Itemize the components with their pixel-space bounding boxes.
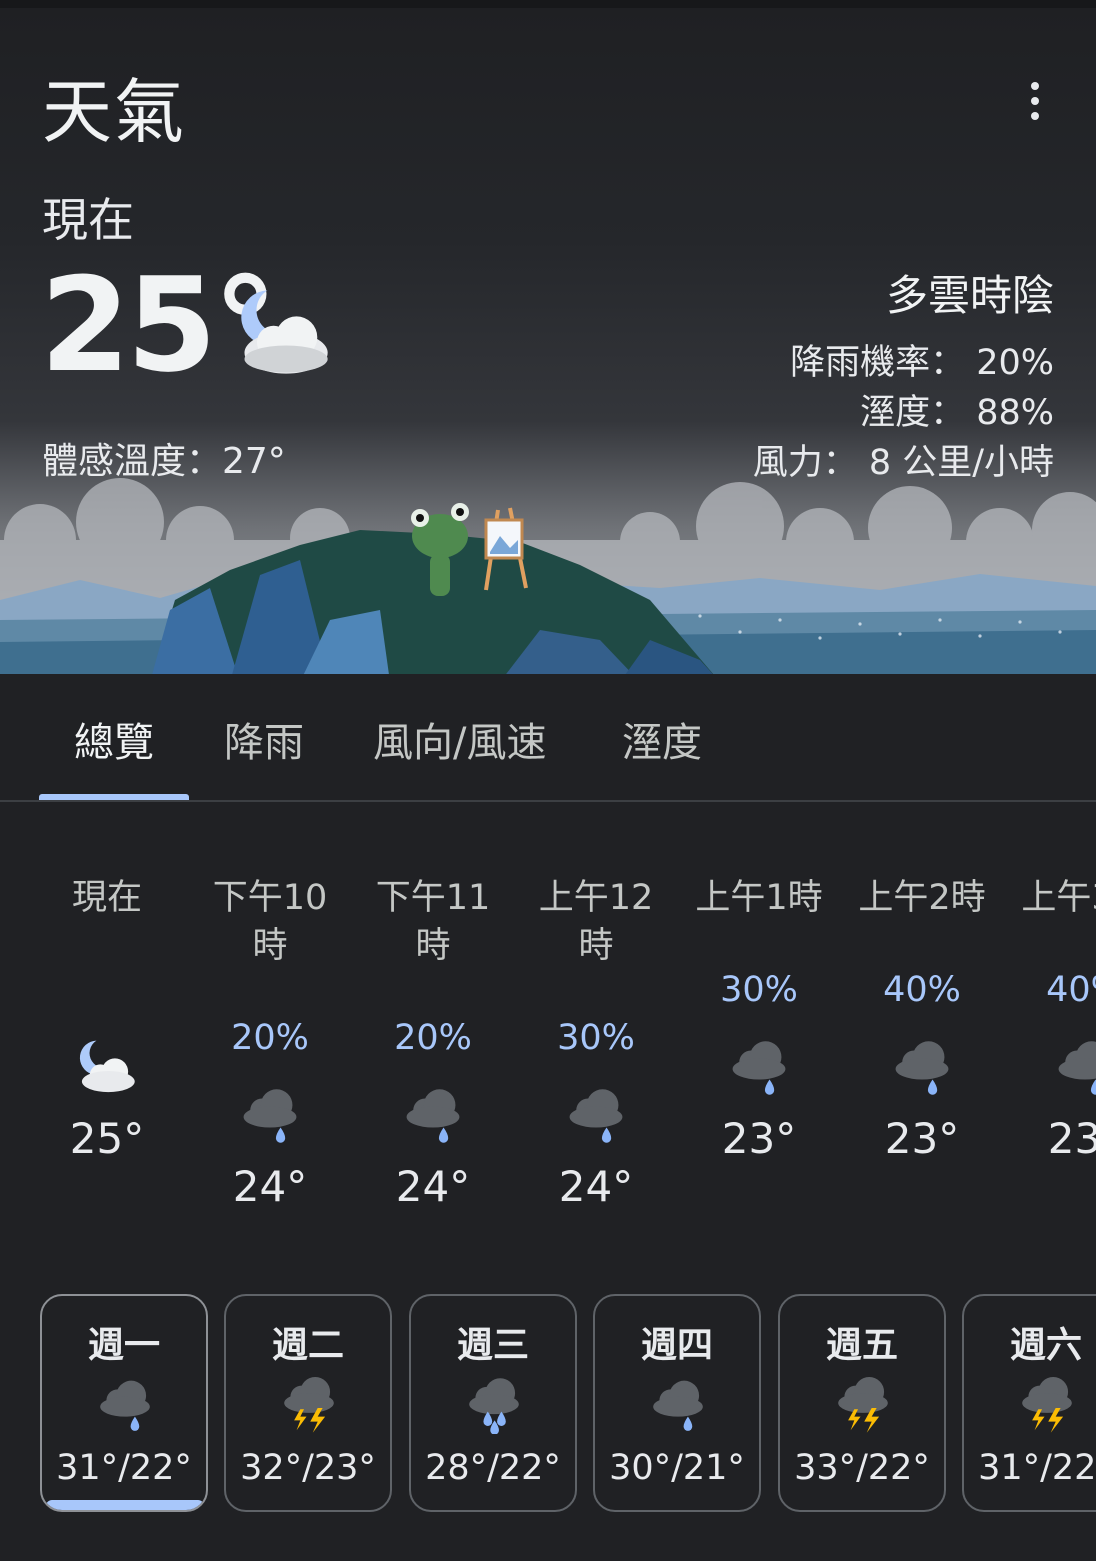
thunderstorm-icon <box>838 1376 888 1433</box>
hour-label: 上午12 時 <box>538 878 654 966</box>
rain-cloud-icon <box>653 1380 703 1431</box>
tab-bar: 總覽 降雨 風向/風速 溼度 <box>0 674 1096 802</box>
day-temperature-range: 28°/22° <box>425 1448 561 1488</box>
thunderstorm-icon <box>284 1376 334 1433</box>
heavy-rain-icon <box>469 1378 519 1434</box>
humidity: 溼度： 88% <box>860 393 1054 433</box>
day-card[interactable]: 週四 30°/21° <box>593 1294 761 1512</box>
hour-temperature: 23° <box>721 1114 797 1163</box>
hour-temperature: 24° <box>558 1162 634 1211</box>
day-temperature-range: 31°/22° <box>978 1448 1096 1488</box>
frog-landscape-illustration <box>0 478 1096 674</box>
day-label: 週一 <box>87 1325 160 1366</box>
rain-cloud-icon <box>732 1041 786 1095</box>
hourly-item: 下午11 時 20% 24° <box>352 874 514 1211</box>
day-label: 週五 <box>825 1325 898 1366</box>
rain-cloud-icon <box>895 1041 949 1095</box>
precip-chance: 30% <box>557 1018 635 1058</box>
condition-text: 多雲時陰 <box>885 271 1054 320</box>
hour-temperature: 24° <box>395 1162 471 1211</box>
rain-cloud-icon <box>1058 1041 1096 1095</box>
hour-label: 上午2時 <box>858 878 986 918</box>
precip-chance: 30% <box>720 970 798 1010</box>
hourly-item: 上午2時 40% 23° <box>841 874 1003 1163</box>
hourly-item: 下午10 時 20% 24° <box>189 874 351 1211</box>
current-weather-header: 天氣 現在 25° 體感溫度：27° 多雲時陰 降雨機率： 20% 溼度： 88… <box>0 8 1096 674</box>
hourly-item: 上午12 時 30% 24° <box>515 874 677 1211</box>
moon-cloud-icon <box>241 290 328 374</box>
day-card[interactable]: 週六 31°/22° <box>962 1294 1096 1512</box>
hour-temperature: 23° <box>1047 1114 1096 1163</box>
day-label: 週三 <box>456 1325 529 1366</box>
rain-cloud-icon <box>569 1089 623 1143</box>
hourly-forecast[interactable]: 現在 25° 下午10 時 20% 24° 下午11 時 20% 24° 上午12 時 30% 24… <box>0 804 1096 1274</box>
hour-label: 現在 <box>71 878 142 918</box>
app-title: 天氣 <box>42 71 186 153</box>
precip-chance: 20% <box>231 1018 309 1058</box>
more-options-icon[interactable] <box>1012 78 1058 124</box>
hour-temperature: 25° <box>69 1114 145 1163</box>
precip-chance: 20% <box>394 1018 472 1058</box>
tab-wind[interactable]: 風向/風速 <box>373 710 546 768</box>
now-label: 現在 <box>42 193 134 247</box>
hour-temperature: 24° <box>232 1162 308 1211</box>
day-label: 週六 <box>1009 1325 1082 1366</box>
hour-label: 下午10 時 <box>212 878 328 966</box>
tab-overview[interactable]: 總覽 <box>74 710 154 768</box>
day-label: 週二 <box>271 1325 344 1366</box>
hourly-item: 現在 25° <box>26 874 188 1163</box>
selected-day-indicator <box>46 1500 204 1510</box>
hourly-item: 上午3時 40% 23° <box>1004 874 1096 1163</box>
day-temperature-range: 32°/23° <box>240 1448 376 1488</box>
active-tab-indicator <box>39 794 189 800</box>
daily-forecast[interactable]: 週一 31°/22° 週二 32°/23° 週三 28°/22° 週四 30°/21° 週五 33… <box>0 1294 1096 1514</box>
rain-cloud-icon <box>100 1380 150 1431</box>
day-temperature-range: 31°/22° <box>56 1448 192 1488</box>
hour-label: 上午1時 <box>695 878 823 918</box>
tab-precipitation[interactable]: 降雨 <box>224 710 304 768</box>
moon-cloud-icon <box>79 1040 135 1093</box>
status-bar-strip <box>0 0 1096 8</box>
precip-chance: 40% <box>883 970 961 1010</box>
hour-label: 下午11 時 <box>375 878 491 966</box>
day-card[interactable]: 週一 31°/22° <box>40 1294 208 1512</box>
rain-cloud-icon <box>243 1089 297 1143</box>
day-card[interactable]: 週五 33°/22° <box>778 1294 946 1512</box>
tab-humidity[interactable]: 溼度 <box>622 710 702 768</box>
day-card[interactable]: 週三 28°/22° <box>409 1294 577 1512</box>
precip-chance: 40% <box>1046 970 1096 1010</box>
hour-label: 上午3時 <box>1021 878 1096 918</box>
hourly-item: 上午1時 30% 23° <box>678 874 840 1163</box>
day-temperature-range: 30°/21° <box>609 1448 745 1488</box>
day-label: 週四 <box>640 1325 713 1366</box>
day-temperature-range: 33°/22° <box>794 1448 930 1488</box>
day-card[interactable]: 週二 32°/23° <box>224 1294 392 1512</box>
rain-cloud-icon <box>406 1089 460 1143</box>
hour-temperature: 23° <box>884 1114 960 1163</box>
rain-chance: 降雨機率： 20% <box>790 343 1054 383</box>
thunderstorm-icon <box>1022 1376 1072 1433</box>
